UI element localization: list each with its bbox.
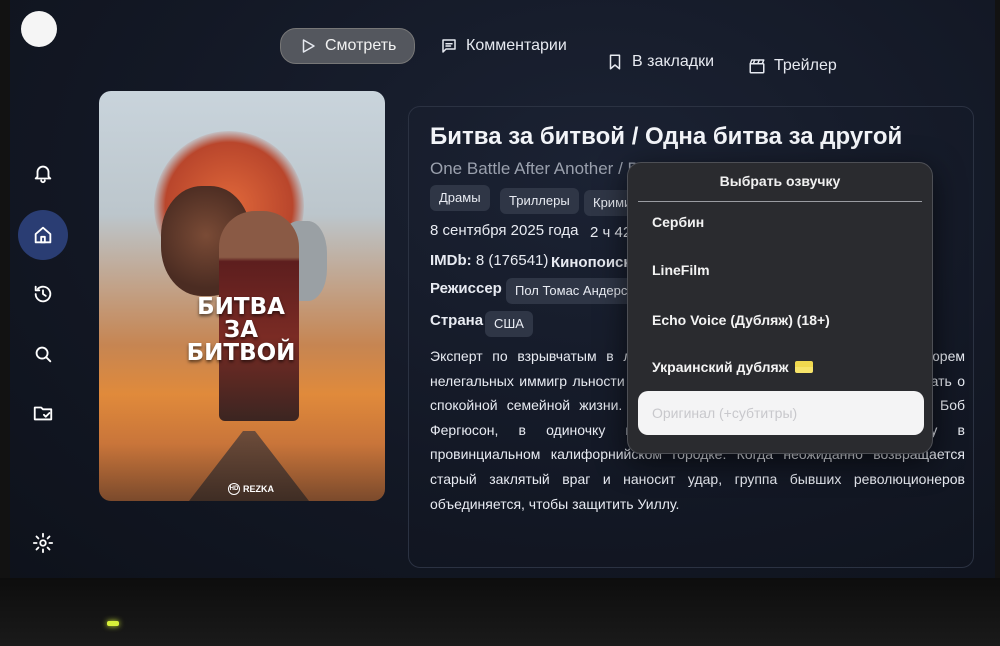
sidebar-item-history[interactable] bbox=[18, 269, 68, 319]
tab-bookmarks-label: В закладки bbox=[632, 53, 715, 70]
release-date: 8 сентября 2025 года bbox=[430, 222, 579, 239]
dub-option[interactable]: LineFilm bbox=[638, 248, 924, 292]
avatar[interactable] bbox=[21, 11, 57, 47]
search-icon bbox=[35, 346, 52, 363]
country-chip[interactable]: США bbox=[485, 311, 533, 337]
director-label: Режиссер bbox=[430, 280, 502, 297]
sidebar-item-settings[interactable] bbox=[18, 518, 68, 568]
kinopoisk-rating: Кинопоиск: bbox=[551, 254, 636, 271]
dub-option[interactable]: Echo Voice (Дубляж) (18+) bbox=[638, 298, 924, 342]
bookmark-icon bbox=[609, 54, 621, 70]
popup-title: Выбрать озвучку bbox=[719, 173, 841, 189]
director-chip[interactable]: Пол Томас Андерсо bbox=[506, 278, 644, 304]
tab-trailer[interactable]: Трейлер bbox=[748, 48, 837, 84]
dub-option[interactable]: Украинский дубляж bbox=[638, 345, 924, 389]
duration: 2 ч 42 bbox=[590, 224, 632, 241]
tv-bezel bbox=[0, 578, 1000, 646]
play-icon bbox=[302, 39, 315, 53]
tab-watch-label: Смотреть bbox=[325, 37, 397, 54]
sidebar-item-search[interactable] bbox=[18, 329, 68, 379]
movie-original-title: One Battle After Another / B bbox=[430, 159, 639, 178]
genre-chip[interactable]: Триллеры bbox=[500, 188, 579, 214]
history-icon bbox=[34, 285, 52, 303]
tab-bookmarks[interactable]: В закладки bbox=[606, 44, 714, 80]
home-icon bbox=[34, 226, 52, 244]
clapper-icon bbox=[749, 59, 765, 74]
comment-icon bbox=[442, 39, 456, 53]
poster-title: БИТВА ЗА БИТВОЙ bbox=[186, 294, 296, 366]
dub-option-selected[interactable]: Оригинал (+субтитры) bbox=[638, 391, 924, 435]
sidebar-item-home[interactable] bbox=[18, 210, 68, 260]
country-label: Страна bbox=[430, 312, 484, 329]
tab-comments[interactable]: Комментарии bbox=[440, 28, 567, 64]
tab-comments-label: Комментарии bbox=[466, 37, 567, 54]
genre-chip[interactable]: Драмы bbox=[430, 185, 490, 211]
imdb-rating: IMDb: 8 (176541) bbox=[430, 252, 549, 269]
gear-icon bbox=[32, 532, 54, 554]
dub-select-popup: Выбрать озвучку Сербин LineFilm Echo Voi… bbox=[627, 162, 933, 454]
sidebar-item-favorites[interactable] bbox=[18, 388, 68, 438]
movie-poster[interactable]: БИТВА ЗА БИТВОЙ HD REZKA bbox=[99, 91, 385, 501]
tv-screen: Смотреть Комментарии В закладки Трейлер bbox=[10, 0, 995, 578]
sidebar-item-notifications[interactable] bbox=[18, 148, 68, 198]
ukraine-flag-icon bbox=[794, 361, 813, 373]
tab-watch[interactable]: Смотреть bbox=[280, 28, 416, 64]
tab-trailer-label: Трейлер bbox=[774, 57, 837, 74]
folder-check-icon bbox=[33, 406, 53, 421]
dub-option[interactable]: Сербин bbox=[638, 200, 924, 244]
movie-title: Битва за битвой / Одна битва за другой bbox=[430, 123, 903, 150]
poster-logo: HD REZKA bbox=[228, 483, 274, 495]
power-led bbox=[107, 621, 119, 626]
bell-icon bbox=[34, 165, 52, 184]
